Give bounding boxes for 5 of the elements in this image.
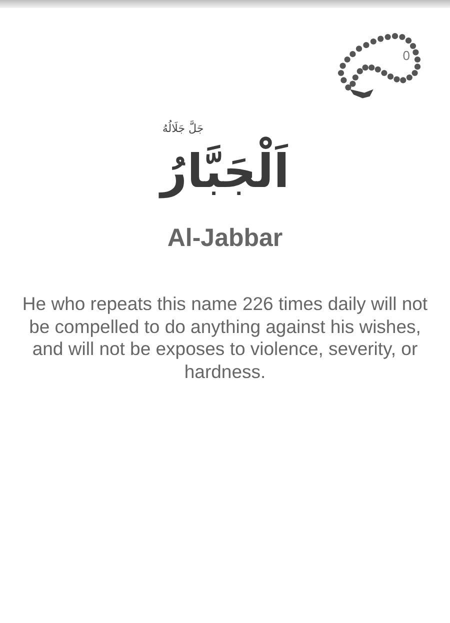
counter-value: 0 (402, 48, 410, 63)
honorific-text: جَلَّ جَلَالُهُ (162, 120, 204, 136)
name-title: Al-Jabbar (166, 224, 284, 253)
name-description: He who repeats this name 226 times daily will not be compelled to do anything against his wishes, and will not be exposes to violence, severity, or hardness. (21, 292, 429, 384)
prayer-beads-counter[interactable]: 0 (330, 28, 424, 100)
